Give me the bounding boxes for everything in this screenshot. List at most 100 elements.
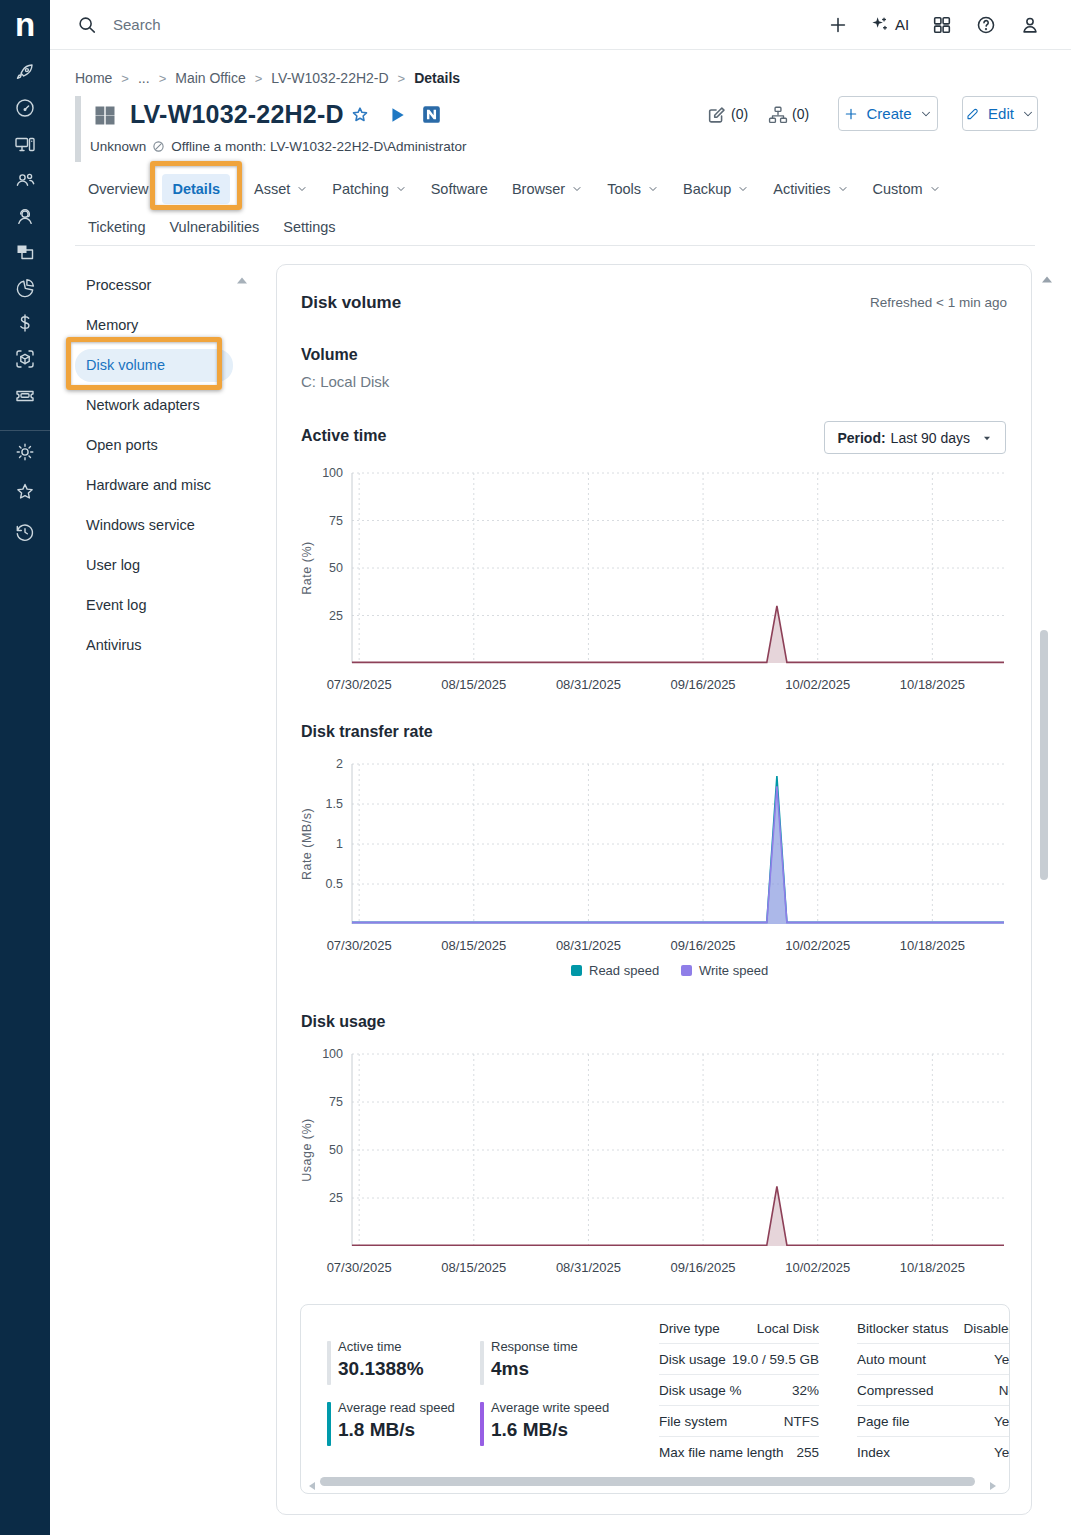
create-button[interactable]: Create	[838, 96, 938, 131]
tab-ticketing[interactable]: Ticketing	[88, 219, 145, 235]
tab-backup[interactable]: Backup	[683, 181, 749, 197]
breadcrumb-item[interactable]: Home	[75, 70, 112, 86]
nav-item-processor[interactable]: Processor	[75, 265, 233, 305]
tabs-divider	[75, 245, 1035, 246]
svg-text:10/18/2025: 10/18/2025	[900, 677, 965, 692]
annotation-details-tab	[150, 161, 242, 210]
svg-text:08/31/2025: 08/31/2025	[556, 677, 621, 692]
tab-custom[interactable]: Custom	[873, 181, 941, 197]
org-tree-icon[interactable]	[767, 104, 789, 130]
info-row-drive-type: Drive typeLocal Disk	[659, 1313, 819, 1344]
pie-chart-icon[interactable]	[13, 276, 37, 300]
breadcrumb-separator: >	[121, 71, 129, 86]
hscroll-right-icon[interactable]	[989, 1477, 997, 1494]
support-icon[interactable]	[13, 204, 37, 228]
tab-software[interactable]: Software	[431, 181, 488, 197]
tab-overview[interactable]: Overview	[88, 181, 148, 197]
apps-grid-icon[interactable]	[931, 14, 953, 40]
cube-scan-icon[interactable]	[13, 347, 37, 371]
tab-settings[interactable]: Settings	[283, 219, 335, 235]
rocket-icon[interactable]	[13, 60, 37, 84]
chevron-down-icon	[837, 183, 849, 195]
history-icon[interactable]	[13, 520, 37, 544]
active-time-heading: Active time	[301, 427, 386, 445]
tab-activities[interactable]: Activities	[773, 181, 848, 197]
ai-sparkle-icon[interactable]	[868, 14, 890, 40]
info-row-compressed: CompressedNo	[857, 1375, 1010, 1406]
svg-text:50: 50	[329, 561, 343, 575]
search-input[interactable]: Search	[113, 16, 161, 33]
svg-text:10/02/2025: 10/02/2025	[785, 938, 850, 953]
chevron-down-icon	[737, 183, 749, 195]
tab-patching[interactable]: Patching	[332, 181, 406, 197]
star-icon[interactable]	[13, 480, 37, 504]
sidebar-divider	[0, 430, 50, 431]
transfer-rate-heading: Disk transfer rate	[301, 723, 433, 741]
favorite-star-icon[interactable]	[349, 104, 371, 126]
app-sidebar: n	[0, 0, 50, 1535]
svg-text:Write speed: Write speed	[699, 963, 768, 978]
svg-text:09/16/2025: 09/16/2025	[671, 938, 736, 953]
tab-asset[interactable]: Asset	[254, 181, 308, 197]
devices-icon[interactable]	[13, 132, 37, 156]
nav-item-network-adapters[interactable]: Network adapters	[75, 385, 233, 425]
info-row-max-file-name-length: Max file name length255	[659, 1437, 819, 1468]
stats-panel: Active time30.1388%Response time4msAvera…	[300, 1304, 1010, 1494]
stat-average-write-speed: Average write speed1.6 MB/s	[480, 1400, 630, 1448]
details-left-nav: ProcessorMemoryDisk volumeNetwork adapte…	[75, 265, 233, 665]
breadcrumb-item[interactable]: LV-W1032-22H2-D	[271, 70, 388, 86]
windows-stack-icon[interactable]	[13, 240, 37, 264]
search-icon[interactable]	[76, 14, 98, 40]
period-dropdown[interactable]: Period: Last 90 days	[824, 421, 1006, 454]
svg-text:50: 50	[329, 1143, 343, 1157]
help-icon[interactable]	[975, 14, 997, 40]
content-scrollbar-thumb[interactable]	[1040, 630, 1048, 880]
breadcrumb-item[interactable]: ...	[138, 70, 150, 86]
notes-edit-icon[interactable]	[706, 104, 728, 130]
nav-item-windows-service[interactable]: Windows service	[75, 505, 233, 545]
offline-text: Offline a month: LV-W1032-22H2-D\Adminis…	[171, 139, 466, 154]
tab-browser[interactable]: Browser	[512, 181, 583, 197]
hscroll-left-icon[interactable]	[308, 1477, 316, 1494]
svg-text:2: 2	[336, 757, 343, 771]
nav-item-open-ports[interactable]: Open ports	[75, 425, 233, 465]
users-icon[interactable]	[13, 168, 37, 192]
svg-text:1.5: 1.5	[326, 797, 343, 811]
dollar-icon[interactable]	[13, 311, 37, 335]
notes-count[interactable]: (0)	[731, 106, 748, 122]
info-row-page-file: Page fileYes	[857, 1406, 1010, 1437]
info-row-auto-mount: Auto mountYes	[857, 1344, 1010, 1375]
nav-item-user-log[interactable]: User log	[75, 545, 233, 585]
breadcrumb-item[interactable]: Main Office	[175, 70, 246, 86]
svg-text:25: 25	[329, 609, 343, 623]
ticket-icon[interactable]	[13, 383, 37, 407]
nav-item-event-log[interactable]: Event log	[75, 585, 233, 625]
info-row-disk-usage-: Disk usage %32%	[659, 1375, 819, 1406]
disk-usage-chart: 255075100Usage (%)07/30/202508/15/202508…	[297, 1043, 1009, 1275]
content-scroll-up-icon[interactable]	[1041, 270, 1053, 288]
device-title: LV-W1032-22H2-D	[130, 100, 344, 129]
svg-text:Read speed: Read speed	[589, 963, 659, 978]
svg-text:75: 75	[329, 1095, 343, 1109]
tab-tools[interactable]: Tools	[607, 181, 659, 197]
add-icon[interactable]	[827, 14, 849, 40]
ninja-logo[interactable]: n	[0, 4, 50, 46]
chevron-down-icon	[296, 183, 308, 195]
user-icon[interactable]	[1019, 14, 1041, 40]
gear-icon[interactable]	[13, 440, 37, 464]
nav-item-hardware-and-misc[interactable]: Hardware and misc	[75, 465, 233, 505]
hscroll-thumb[interactable]	[320, 1477, 975, 1486]
svg-text:10/18/2025: 10/18/2025	[900, 1260, 965, 1275]
disk-info-table-1: Drive typeLocal DiskDisk usage19.0 / 59.…	[659, 1313, 819, 1468]
remote-connect-icon[interactable]	[421, 104, 442, 125]
run-play-icon[interactable]	[387, 105, 407, 125]
nav-item-antivirus[interactable]: Antivirus	[75, 625, 233, 665]
svg-text:09/16/2025: 09/16/2025	[671, 1260, 736, 1275]
tab-vulnerabilities[interactable]: Vulnerabilities	[169, 219, 259, 235]
edit-button[interactable]: Edit	[962, 96, 1038, 131]
gauge-icon[interactable]	[13, 96, 37, 120]
leftnav-scroll-up-icon[interactable]	[236, 271, 248, 289]
ai-label[interactable]: AI	[895, 16, 909, 33]
org-count[interactable]: (0)	[792, 106, 809, 122]
svg-text:09/16/2025: 09/16/2025	[671, 677, 736, 692]
